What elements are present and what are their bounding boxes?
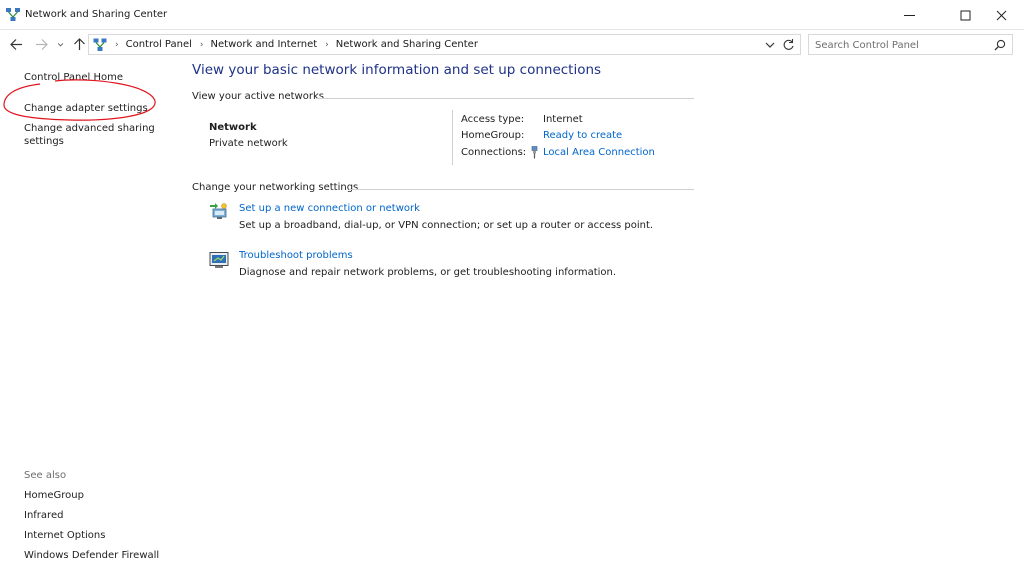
page-title: View your basic network information and …: [192, 62, 602, 78]
breadcrumb-control-panel[interactable]: Control Panel: [126, 39, 192, 50]
setup-new-connection-link[interactable]: Set up a new connection or network: [239, 203, 420, 214]
network-details-divider: [452, 110, 453, 165]
connections-label: Connections:: [461, 147, 527, 158]
active-networks-divider: [316, 98, 694, 99]
title-bar: Network and Sharing Center: [0, 0, 1024, 30]
close-button[interactable]: [978, 0, 1024, 30]
see-also-internet-options-link[interactable]: Internet Options: [24, 529, 105, 542]
up-arrow-icon: [73, 37, 85, 50]
minimize-button[interactable]: [886, 0, 932, 30]
search-icon[interactable]: [994, 39, 1006, 51]
troubleshoot-problems-link[interactable]: Troubleshoot problems: [239, 250, 353, 261]
access-type-value: Internet: [543, 114, 583, 125]
setup-new-connection-description: Set up a broadband, dial-up, or VPN conn…: [239, 220, 654, 231]
address-toolbar: › Control Panel › Network and Internet ›…: [0, 31, 1024, 57]
see-also-heading: See also: [24, 470, 67, 481]
search-input[interactable]: [815, 38, 985, 52]
see-also-homegroup-link[interactable]: HomeGroup: [24, 489, 84, 502]
forward-arrow-icon: [35, 38, 48, 50]
refresh-icon[interactable]: [782, 38, 795, 51]
close-icon: [996, 10, 1006, 20]
see-also-windows-defender-firewall-link[interactable]: Windows Defender Firewall: [24, 549, 159, 562]
up-button[interactable]: [71, 36, 87, 52]
networking-settings-divider: [349, 189, 694, 190]
new-connection-icon: [210, 203, 227, 219]
address-dropdown-icon[interactable]: [764, 39, 776, 51]
see-also-infrared-link[interactable]: Infrared: [24, 509, 63, 522]
back-arrow-icon: [9, 38, 22, 50]
change-advanced-sharing-settings-link[interactable]: Change advanced sharing settings: [24, 122, 155, 148]
minimize-icon: [903, 14, 915, 16]
local-area-connection-link[interactable]: Local Area Connection: [543, 147, 655, 158]
networking-settings-heading: Change your networking settings: [192, 182, 359, 193]
troubleshoot-icon: [209, 252, 229, 268]
breadcrumb: › Control Panel › Network and Internet ›…: [111, 39, 478, 50]
breadcrumb-network-and-internet[interactable]: Network and Internet: [211, 39, 318, 50]
change-advanced-sharing-line1: Change advanced sharing: [24, 123, 155, 134]
breadcrumb-separator: ›: [115, 39, 119, 50]
address-field[interactable]: › Control Panel › Network and Internet ›…: [88, 34, 801, 55]
network-center-icon: [6, 8, 20, 21]
access-type-label: Access type:: [461, 114, 525, 125]
breadcrumb-separator: ›: [199, 39, 204, 50]
network-category: Private network: [209, 138, 288, 149]
search-box[interactable]: [808, 34, 1013, 55]
change-advanced-sharing-line2: settings: [24, 136, 64, 147]
homegroup-label: HomeGroup:: [461, 130, 525, 141]
ethernet-connection-icon: [531, 146, 538, 159]
forward-button[interactable]: [33, 36, 49, 52]
breadcrumb-separator: ›: [325, 39, 329, 50]
homegroup-ready-link[interactable]: Ready to create: [543, 130, 622, 141]
left-navigation-pane: Control Panel Home Change adapter settin…: [0, 58, 175, 577]
breadcrumb-network-and-sharing-center[interactable]: Network and Sharing Center: [336, 39, 478, 50]
recent-locations-button[interactable]: [54, 36, 66, 52]
control-panel-home-link[interactable]: Control Panel Home: [24, 71, 123, 84]
control-panel-icon: [93, 38, 107, 51]
window-title: Network and Sharing Center: [25, 9, 168, 20]
back-button[interactable]: [8, 36, 24, 52]
active-networks-heading: View your active networks: [192, 91, 324, 102]
network-name: Network: [209, 122, 257, 133]
maximize-icon: [960, 10, 970, 20]
change-adapter-settings-link[interactable]: Change adapter settings: [24, 102, 148, 115]
chevron-down-icon: [57, 42, 63, 46]
troubleshoot-problems-description: Diagnose and repair network problems, or…: [239, 267, 617, 278]
